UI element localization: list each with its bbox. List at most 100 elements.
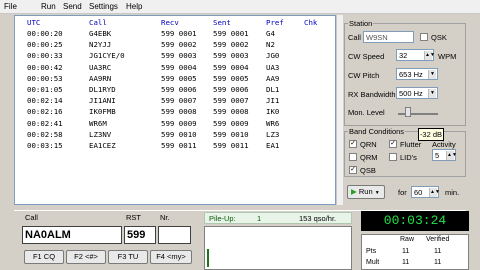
log-cell-utc: 00:02:14 — [27, 96, 63, 106]
entry-nr-label: Nr. — [160, 213, 170, 222]
elapsed-timer: 00:03:24 — [361, 211, 469, 231]
score-row-label: Pts — [366, 248, 377, 255]
mon-level-label: Mon. Level — [348, 108, 385, 117]
call-input[interactable]: NA0ALM — [22, 226, 122, 244]
rx-bandwidth-value: 500 Hz — [399, 89, 423, 98]
score-raw-header: Raw — [400, 236, 415, 243]
spin-arrows-icon[interactable]: ▲▼ — [446, 151, 457, 160]
log-row[interactable]: 00:00:25 N2YJJ 599 0002 599 0002 N2 — [15, 40, 335, 50]
spin-arrows-icon[interactable]: ▲▼ — [429, 188, 440, 197]
log-cell-utc: 00:00:20 — [27, 29, 63, 38]
log-cell-recv: 599 0008 — [161, 107, 197, 117]
activity-input[interactable]: 5 ▲▼ — [432, 149, 457, 161]
qso-log-list[interactable]: UTC Call Recv Sent Pref Chk 00:00:20 G4EB… — [14, 15, 336, 205]
log-cell-recv: 599 0010 — [161, 129, 197, 139]
log-row[interactable]: 00:00:53 AA9RN 599 0005 599 0005 AA9 — [15, 74, 335, 84]
log-cell-utc: 00:02:41 — [27, 118, 63, 128]
log-row[interactable]: 00:02:41 WR6M 599 0009 599 0009 WR6 — [15, 119, 335, 129]
nr-input[interactable] — [158, 226, 191, 244]
log-cell-pref: DL1 — [266, 85, 280, 94]
cw-speed-input[interactable]: 32 ▲▼ — [396, 49, 435, 61]
log-cell-sent: 599 0008 — [213, 107, 249, 117]
log-row[interactable]: 00:00:42 UA3RC 599 0004 599 0004 UA3 — [15, 63, 335, 73]
log-cell-pref: LZ3 — [266, 129, 280, 139]
pileup-value: 1 — [257, 214, 262, 223]
entry-rst-label: RST — [126, 213, 141, 222]
log-cell-recv: 599 0011 — [161, 141, 197, 150]
f4-my-button[interactable]: F4 <my> — [150, 250, 192, 264]
run-minutes-value: 60 — [414, 188, 423, 197]
flutter-checkbox[interactable]: ✓ — [389, 140, 397, 148]
header-pref[interactable]: Pref — [266, 18, 284, 27]
f2-exchange-button[interactable]: F2 <#> — [66, 250, 106, 264]
station-call-input[interactable]: W9SN — [363, 31, 414, 43]
mon-level-tooltip: -32 dB — [418, 128, 444, 141]
log-cell-recv: 599 0006 — [161, 85, 197, 94]
log-cell-sent: 599 0003 — [213, 51, 249, 61]
log-cell-recv: 599 0002 — [161, 40, 197, 50]
log-cell-sent: 599 0006 — [213, 85, 249, 94]
activity-value: 5 — [435, 151, 440, 160]
log-row[interactable]: 00:03:15 EA1CEZ 599 0011 599 0011 EA1 — [15, 141, 335, 151]
log-cell-utc: 00:02:16 — [27, 107, 63, 117]
qrm-checkbox[interactable] — [349, 153, 357, 161]
cw-pitch-label: CW Pitch — [348, 71, 380, 80]
log-cell-call: G4EBK — [89, 29, 112, 38]
log-cell-utc: 00:01:05 — [27, 85, 63, 94]
menu-run[interactable]: Run — [41, 2, 56, 11]
log-row[interactable]: 00:00:33 JG1CYE/0 599 0003 599 0003 JG0 — [15, 51, 335, 61]
qrn-checkbox[interactable]: ✓ — [349, 140, 357, 148]
flutter-label: Flutter — [400, 140, 422, 149]
mon-level-slider[interactable] — [405, 107, 411, 117]
f3-tu-button[interactable]: F3 TU — [108, 250, 148, 264]
activity-label: Activity — [432, 140, 456, 149]
run-button-label: Run — [358, 187, 373, 196]
header-call[interactable]: Call — [89, 18, 107, 27]
log-row[interactable]: 00:02:16 IK0FMB 599 0008 599 0008 IK0 — [15, 107, 335, 117]
rst-input[interactable]: 599 — [124, 226, 156, 244]
log-cell-recv: 599 0001 — [161, 29, 197, 38]
log-cell-pref: WR6 — [266, 118, 280, 128]
menu-send[interactable]: Send — [63, 2, 82, 11]
qsk-checkbox[interactable] — [420, 33, 428, 41]
station-call-label: Call — [348, 33, 361, 42]
log-cell-sent: 599 0007 — [213, 96, 249, 106]
log-cell-sent: 599 0002 — [213, 40, 249, 50]
header-utc[interactable]: UTC — [27, 18, 40, 27]
log-cell-pref: UA3 — [266, 62, 280, 72]
log-cell-recv: 599 0004 — [161, 62, 197, 72]
menu-help[interactable]: Help — [126, 2, 142, 11]
log-row[interactable]: 00:00:20 G4EBK 599 0001 599 0001 G4 — [15, 29, 335, 39]
log-cell-sent: 599 0001 — [213, 29, 249, 38]
log-row[interactable]: 00:01:05 DL1RYD 599 0006 599 0006 DL1 — [15, 85, 335, 95]
log-scrollbar[interactable] — [336, 15, 343, 205]
qsb-checkbox[interactable]: ✓ — [349, 166, 357, 174]
log-row[interactable]: 00:02:58 LZ3NV 599 0010 599 0010 LZ3 — [15, 130, 335, 140]
spin-arrows-icon[interactable]: ▲▼ — [424, 51, 435, 60]
score-row-raw: 11 — [402, 248, 410, 255]
lids-checkbox[interactable] — [389, 153, 397, 161]
rx-bandwidth-select[interactable]: 500 Hz ▼ — [396, 87, 438, 99]
cw-pitch-select[interactable]: 653 Hz ▼ — [396, 68, 438, 80]
log-cell-utc: 00:00:25 — [27, 40, 63, 50]
run-button[interactable]: ▶ Run ▼ — [347, 185, 385, 199]
log-cell-call: JI1ANI — [89, 96, 116, 106]
run-minutes-input[interactable]: 60 ▲▼ — [411, 186, 440, 198]
header-recv[interactable]: Recv — [161, 18, 179, 27]
qrm-label: QRM — [360, 153, 378, 162]
log-cell-call: JG1CYE/0 — [89, 51, 125, 61]
signal-bar — [207, 249, 209, 267]
menu-settings[interactable]: Settings — [89, 2, 118, 11]
run-min-label: min. — [445, 188, 460, 197]
menu-file[interactable]: File — [4, 2, 17, 11]
header-sent[interactable]: Sent — [213, 18, 231, 27]
chevron-down-icon: ▼ — [428, 70, 436, 79]
lids-label: LID's — [400, 153, 417, 162]
header-chk[interactable]: Chk — [304, 18, 317, 27]
log-cell-pref: N2 — [266, 40, 275, 50]
band-map — [204, 226, 352, 270]
log-row[interactable]: 00:02:14 JI1ANI 599 0007 599 0007 JI1 — [15, 96, 335, 106]
f1-cq-button[interactable]: F1 CQ — [24, 250, 64, 264]
log-cell-pref: G4 — [266, 29, 275, 38]
wpm-label: WPM — [438, 52, 457, 61]
